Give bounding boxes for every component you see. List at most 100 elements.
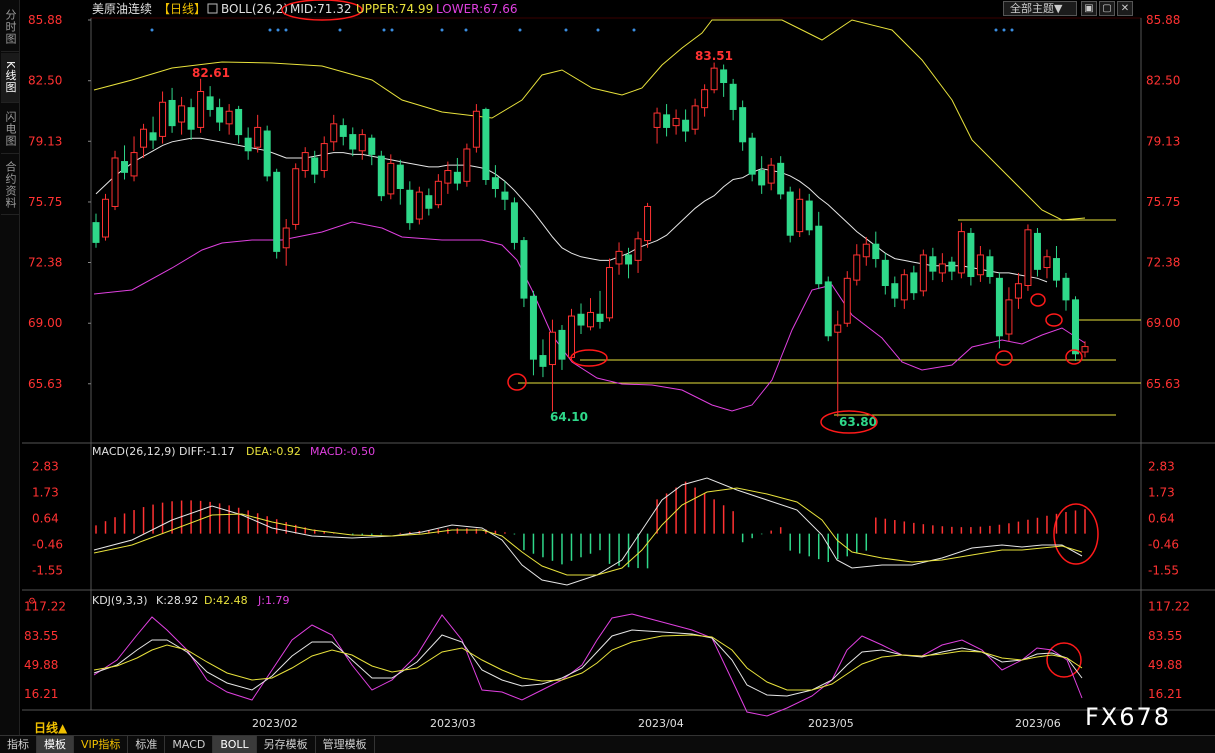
- candle-body: [919, 254, 927, 292]
- candlesticks: [92, 62, 1089, 417]
- candle-body: [805, 200, 813, 231]
- maximize-icon[interactable]: ▢: [1099, 1, 1115, 16]
- macd-tick-right: -0.46: [1148, 538, 1179, 552]
- candle-body: [339, 125, 347, 137]
- toolbar-macd[interactable]: MACD: [165, 735, 214, 753]
- candle-body: [387, 162, 395, 195]
- candle-body: [463, 148, 471, 182]
- candle-body: [311, 157, 319, 175]
- candle-body: [140, 128, 148, 148]
- highlight-circles: [507, 293, 1099, 678]
- toolbar-save-template[interactable]: 另存模板: [257, 735, 316, 753]
- candle-body: [292, 168, 300, 225]
- kdj-d-line: [93, 634, 1083, 691]
- candle-body: [349, 134, 357, 150]
- candle-body: [558, 329, 566, 360]
- candle-body: [929, 256, 937, 272]
- macd-label: MACD(26,12,9): [92, 445, 176, 458]
- annotation-low-2: 63.80: [839, 415, 877, 429]
- candle-body: [900, 274, 908, 301]
- toolbar-vip-indicator[interactable]: VIP指标: [74, 735, 129, 753]
- candle-body: [225, 110, 233, 125]
- candle-body: [1071, 299, 1079, 355]
- theme-dropdown[interactable]: 全部主题▼: [1003, 1, 1077, 16]
- tab-contract-info[interactable]: 合约资料: [1, 155, 19, 215]
- toolbar-standard[interactable]: 标准: [128, 735, 166, 753]
- candle-body: [967, 232, 975, 278]
- candle-body: [625, 254, 633, 265]
- kdj-tick-right: 49.88: [1148, 658, 1182, 672]
- bottom-toolbar: 指标 模板 VIP指标 标准 MACD BOLL 另存模板 管理模板: [0, 735, 1215, 753]
- candle-body: [862, 243, 870, 258]
- candle-body: [358, 134, 366, 152]
- toolbar-template[interactable]: 模板: [37, 735, 74, 753]
- price-tick-right: 75.75: [1146, 195, 1180, 209]
- candle-body: [587, 311, 594, 328]
- candle-body: [834, 324, 842, 333]
- kline-chart[interactable]: 美原油连续 【日线】 BOLL(26,2) MID:71.32 UPPER:74…: [22, 0, 1215, 735]
- price-tick-right: 79.13: [1146, 134, 1180, 148]
- candle-body: [739, 107, 747, 143]
- candle-body: [130, 152, 138, 177]
- price-tick-left: 65.63: [28, 377, 62, 391]
- candle-body: [539, 355, 547, 367]
- candle-body: [986, 256, 994, 278]
- candle-body: [92, 222, 100, 243]
- candle-body: [824, 281, 832, 337]
- price-tick-right: 72.38: [1146, 256, 1180, 270]
- candle-body: [1005, 299, 1013, 335]
- tab-lightning[interactable]: 闪电图: [1, 104, 19, 154]
- kdj-tick-right: 83.55: [1148, 629, 1182, 643]
- candle-body: [320, 143, 328, 172]
- macd-tick-right: 1.73: [1148, 486, 1175, 500]
- candle-body: [254, 126, 262, 148]
- candle-body: [891, 283, 899, 299]
- kdj-axis: 117.22 117.22 83.55 83.55 49.88 49.88 16.21 16.…: [24, 600, 1190, 701]
- candle-body: [682, 119, 690, 132]
- candle-body: [710, 67, 718, 91]
- restore-icon[interactable]: ▣: [1081, 1, 1097, 16]
- boll-lower-value: LOWER:67.66: [436, 2, 518, 16]
- kdj-tick-left: 49.88: [24, 658, 58, 672]
- candle-body: [872, 243, 880, 260]
- candle-body: [520, 240, 528, 299]
- candle-body: [701, 89, 709, 109]
- toolbar-manage-template[interactable]: 管理模板: [316, 735, 375, 753]
- candle-body: [577, 313, 585, 326]
- candle-body: [615, 250, 623, 265]
- candle-body: [235, 108, 243, 136]
- candle-body: [786, 191, 794, 236]
- close-icon[interactable]: ✕: [1117, 1, 1133, 16]
- period-selector[interactable]: 日线▲: [34, 719, 67, 736]
- candle-body: [1062, 277, 1070, 301]
- candle-body: [377, 155, 385, 197]
- price-tick-right: 82.50: [1146, 74, 1180, 88]
- toolbar-indicator[interactable]: 指标: [0, 735, 37, 753]
- indicator-settings-icon[interactable]: [207, 3, 218, 14]
- kdj-j-line: [93, 613, 1083, 717]
- candle-body: [453, 171, 461, 184]
- boll-mid-line: [95, 137, 1048, 283]
- annotation-high-2: 83.51: [695, 49, 733, 63]
- toolbar-boll[interactable]: BOLL: [213, 735, 257, 753]
- candle-body: [472, 110, 480, 148]
- candle-body: [444, 170, 452, 184]
- candle-body: [406, 189, 414, 224]
- macd-tick-right: -1.55: [1148, 563, 1179, 577]
- tab-kline[interactable]: K线图: [1, 53, 19, 103]
- candle-body: [796, 198, 804, 233]
- kdj-tick-right: 117.22: [1148, 600, 1190, 614]
- tab-timeshare[interactable]: 分时图: [1, 2, 19, 52]
- sidebar: 分时图 K线图 闪电图 合约资料: [0, 0, 20, 735]
- candle-body: [168, 99, 176, 127]
- candle-body: [767, 164, 775, 184]
- candle-body: [425, 195, 433, 209]
- price-tick-left: 85.88: [28, 13, 62, 27]
- boll-mid-value: MID:71.32: [290, 2, 352, 16]
- candle-body: [111, 157, 119, 207]
- candle-body: [777, 162, 785, 195]
- price-tick-left: 69.00: [28, 316, 62, 330]
- price-tick-right: 65.63: [1146, 377, 1180, 391]
- candle-body: [368, 137, 376, 155]
- macd-tick-left: -1.55: [32, 563, 63, 577]
